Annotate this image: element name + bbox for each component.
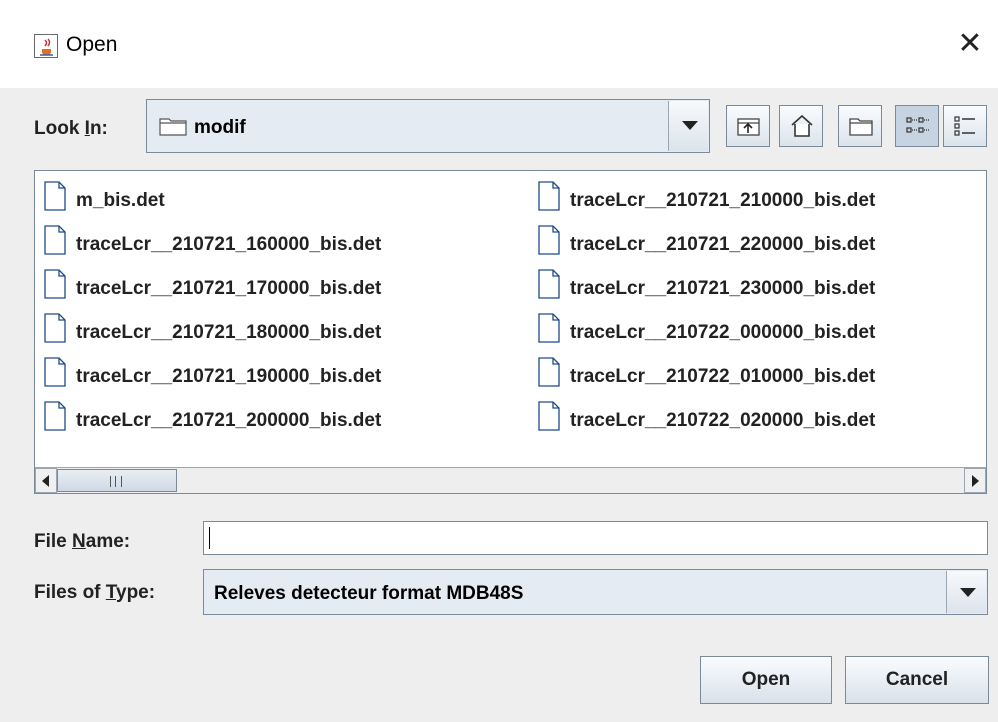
file-name: traceLcr__210721_200000_bis.det: [76, 410, 382, 431]
new-folder-icon: [849, 118, 873, 136]
file-icon: [538, 401, 560, 431]
file-type-dropdown-arrow-icon[interactable]: [946, 571, 986, 613]
look-in-dropdown-arrow-icon[interactable]: [668, 101, 708, 151]
text-caret: [209, 527, 210, 549]
details-view-icon: [954, 116, 975, 136]
file-icon: [44, 269, 66, 299]
file-icon: [538, 313, 560, 343]
java-cup-icon: [34, 34, 58, 58]
file-icon: [44, 181, 66, 211]
file-name-label-suffix: ame:: [85, 531, 131, 552]
file-name: traceLcr__210721_230000_bis.det: [570, 278, 876, 299]
file-icon: [44, 313, 66, 343]
look-in-label-prefix: Look: [34, 118, 85, 139]
file-name: traceLcr__210722_020000_bis.det: [570, 410, 876, 431]
new-folder-button[interactable]: [838, 105, 882, 147]
close-button[interactable]: ✕: [952, 28, 988, 64]
file-name: m_bis.det: [76, 190, 165, 211]
file-name: traceLcr__210722_000000_bis.det: [570, 322, 876, 343]
scroll-thumb[interactable]: [57, 469, 177, 492]
file-name-label-mnemonic: N: [72, 531, 86, 552]
file-type-label-mnemonic: T: [105, 582, 116, 603]
horizontal-scrollbar[interactable]: [35, 467, 986, 493]
file-name-input[interactable]: [203, 521, 988, 555]
file-name-label-prefix: File: [34, 531, 73, 552]
file-type-label-prefix: Files of: [34, 582, 106, 603]
file-type-value: Releves detecteur format MDB48S: [214, 583, 524, 604]
file-list[interactable]: m_bis.det traceLcr__210721_160000_bis.de…: [34, 170, 987, 494]
window-title: Open: [66, 33, 118, 56]
file-icon: [44, 225, 66, 255]
file-icon: [44, 401, 66, 431]
file-icon: [538, 269, 560, 299]
file-name: traceLcr__210721_170000_bis.det: [76, 278, 382, 299]
scroll-left-arrow-icon[interactable]: [35, 468, 57, 493]
folder-icon: [159, 116, 187, 141]
file-icon: [538, 181, 560, 211]
file-name: traceLcr__210721_210000_bis.det: [570, 190, 876, 211]
file-name: traceLcr__210721_160000_bis.det: [76, 234, 382, 255]
file-type-label: Files of Type:: [34, 582, 155, 604]
open-button[interactable]: Open: [700, 656, 832, 704]
home-icon: [791, 114, 813, 137]
look-in-combo[interactable]: modif: [146, 99, 710, 153]
file-type-combo[interactable]: Releves detecteur format MDB48S: [203, 569, 988, 615]
cancel-button[interactable]: Cancel: [845, 656, 989, 704]
file-name-label: File Name:: [34, 531, 130, 553]
scroll-right-arrow-icon[interactable]: [964, 468, 986, 493]
file-name: traceLcr__210721_180000_bis.det: [76, 322, 382, 343]
details-view-button[interactable]: [943, 105, 987, 147]
look-in-label: Look In:: [34, 118, 108, 140]
file-name: traceLcr__210721_190000_bis.det: [76, 366, 382, 387]
file-name: traceLcr__210722_010000_bis.det: [570, 366, 876, 387]
file-name: traceLcr__210721_220000_bis.det: [570, 234, 876, 255]
title-bar: Open ✕: [0, 0, 998, 88]
up-one-level-button[interactable]: [726, 105, 770, 147]
home-button[interactable]: [779, 105, 823, 147]
file-icon: [44, 357, 66, 387]
file-icon: [538, 225, 560, 255]
up-one-level-icon: [737, 118, 760, 136]
list-view-button[interactable]: [895, 105, 939, 147]
file-type-label-suffix: ype:: [116, 582, 156, 603]
look-in-value: modif: [194, 117, 246, 138]
file-icon: [538, 357, 560, 387]
look-in-label-suffix: n:: [89, 118, 108, 139]
list-view-icon: [906, 117, 929, 133]
